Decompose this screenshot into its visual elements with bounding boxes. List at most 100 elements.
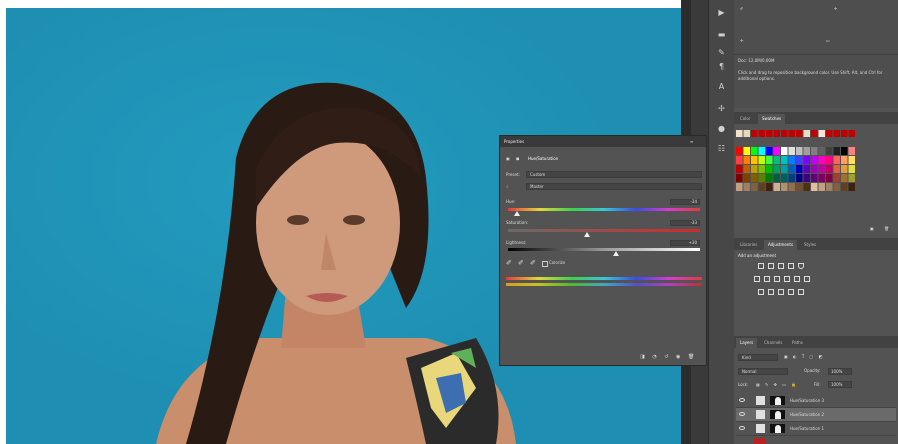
actions-icon[interactable]: ▬ bbox=[717, 30, 726, 39]
hue-slider-track[interactable] bbox=[508, 208, 700, 211]
panel-menu-icon[interactable]: ≡ bbox=[690, 136, 693, 147]
swatch[interactable] bbox=[818, 130, 826, 137]
swatch[interactable] bbox=[758, 156, 766, 164]
swatch[interactable] bbox=[751, 156, 758, 164]
swatch[interactable] bbox=[766, 156, 773, 164]
properties-panel[interactable]: Properties ≡ ▣ ◼ Hue/Saturation Preset: … bbox=[499, 135, 707, 366]
hue-slider-thumb[interactable] bbox=[514, 211, 520, 216]
saturation-slider-thumb[interactable] bbox=[584, 232, 590, 237]
swatch[interactable] bbox=[743, 156, 751, 164]
brightness-icon[interactable] bbox=[758, 263, 764, 269]
layer-mask-thumb[interactable] bbox=[770, 396, 785, 405]
swatch[interactable] bbox=[803, 147, 811, 155]
swatch[interactable] bbox=[818, 183, 826, 191]
swatch[interactable] bbox=[773, 165, 781, 173]
swatch[interactable] bbox=[743, 165, 751, 173]
channel-select[interactable]: Master bbox=[526, 183, 702, 190]
swatch[interactable] bbox=[841, 147, 848, 155]
mask-icon[interactable]: ◼ bbox=[516, 156, 519, 162]
swatch[interactable] bbox=[803, 183, 811, 191]
layer-mask-thumb[interactable] bbox=[770, 424, 785, 433]
swatch[interactable] bbox=[848, 130, 856, 137]
blend-mode-select[interactable]: Normal bbox=[738, 368, 788, 375]
swatch[interactable] bbox=[751, 147, 758, 155]
levels-icon[interactable] bbox=[768, 263, 774, 269]
swatch[interactable] bbox=[796, 130, 803, 137]
delete-swatch-icon[interactable]: 🗑 bbox=[884, 226, 889, 232]
swatch[interactable] bbox=[736, 156, 743, 164]
swatch[interactable] bbox=[773, 156, 781, 164]
swatch[interactable] bbox=[743, 174, 751, 182]
color-balance-icon[interactable] bbox=[764, 276, 770, 282]
swatch[interactable] bbox=[781, 147, 788, 155]
background-layer-thumb[interactable] bbox=[754, 438, 766, 444]
swatch[interactable] bbox=[788, 156, 796, 164]
opacity-field[interactable]: 100% bbox=[828, 368, 852, 375]
swatch[interactable] bbox=[848, 156, 856, 164]
brush-icon[interactable]: ✎ bbox=[717, 48, 726, 57]
lightness-slider-track[interactable] bbox=[508, 248, 700, 251]
swatch[interactable] bbox=[788, 130, 796, 137]
swatch[interactable] bbox=[841, 165, 848, 173]
layer-row-selected[interactable]: Hue/Saturation 2 bbox=[736, 408, 896, 422]
swatch[interactable] bbox=[796, 147, 803, 155]
layer-mask-thumb[interactable] bbox=[770, 410, 785, 419]
hand-target-icon[interactable]: ☝ bbox=[506, 184, 508, 190]
swatch[interactable] bbox=[826, 183, 833, 191]
swatch[interactable] bbox=[841, 174, 848, 182]
black-white-icon[interactable] bbox=[774, 276, 780, 282]
properties-titlebar[interactable]: Properties ≡ bbox=[500, 136, 706, 147]
swatch[interactable] bbox=[751, 183, 758, 191]
swatch[interactable] bbox=[833, 183, 841, 191]
eyedropper-minus-icon[interactable]: ✐ bbox=[530, 260, 536, 267]
swatch[interactable] bbox=[788, 165, 796, 173]
swatch[interactable] bbox=[826, 174, 833, 182]
swatch[interactable] bbox=[743, 130, 751, 137]
layer-kind-filter[interactable]: Kind bbox=[738, 354, 778, 361]
swatch[interactable] bbox=[833, 174, 841, 182]
swatch[interactable] bbox=[788, 183, 796, 191]
tab-adjustments[interactable]: Adjustments bbox=[764, 240, 798, 250]
swatch[interactable] bbox=[811, 174, 818, 182]
swatch[interactable] bbox=[743, 147, 751, 155]
swatch[interactable] bbox=[811, 130, 818, 137]
channel-mixer-icon[interactable] bbox=[794, 276, 800, 282]
new-swatch-icon[interactable]: ▣ bbox=[870, 226, 874, 232]
lightness-slider-thumb[interactable] bbox=[613, 251, 619, 256]
swatch[interactable] bbox=[766, 130, 773, 137]
swatch[interactable] bbox=[848, 174, 856, 182]
curves-icon[interactable] bbox=[778, 263, 784, 269]
swatch[interactable] bbox=[773, 130, 781, 137]
swatch[interactable] bbox=[766, 147, 773, 155]
swatch[interactable] bbox=[826, 165, 833, 173]
swatch[interactable] bbox=[826, 156, 833, 164]
swatch[interactable] bbox=[736, 130, 743, 137]
swatch[interactable] bbox=[833, 156, 841, 164]
swatch[interactable] bbox=[841, 156, 848, 164]
swatch[interactable] bbox=[818, 174, 826, 182]
clone-source-icon[interactable]: ✢ bbox=[717, 104, 726, 113]
invert-icon[interactable] bbox=[758, 289, 764, 295]
lightness-value[interactable]: +30 bbox=[670, 240, 700, 246]
swatch[interactable] bbox=[781, 156, 788, 164]
exposure-icon[interactable] bbox=[788, 263, 794, 269]
swatch[interactable] bbox=[766, 174, 773, 182]
swatch[interactable] bbox=[811, 165, 818, 173]
swatch[interactable] bbox=[826, 130, 833, 137]
swatch[interactable] bbox=[751, 165, 758, 173]
layer-row[interactable]: Hue/Saturation 3 bbox=[736, 394, 896, 408]
swatch[interactable] bbox=[736, 174, 743, 182]
swatch[interactable] bbox=[766, 183, 773, 191]
swatch[interactable] bbox=[818, 156, 826, 164]
swatch-grid[interactable] bbox=[734, 126, 898, 226]
paragraph-icon[interactable]: ¶ bbox=[717, 62, 726, 71]
photo-filter-icon[interactable] bbox=[784, 276, 790, 282]
swatch[interactable] bbox=[796, 156, 803, 164]
swatch[interactable] bbox=[841, 183, 848, 191]
swatch[interactable] bbox=[736, 147, 743, 155]
properties-icon[interactable]: ☷ bbox=[717, 144, 726, 153]
lock-icons[interactable]: ▦ ✎ ✥ ▭ 🔒 bbox=[756, 382, 798, 388]
swatch[interactable] bbox=[788, 147, 796, 155]
selective-color-icon[interactable] bbox=[798, 289, 804, 295]
visibility-eye-icon[interactable] bbox=[739, 398, 745, 402]
